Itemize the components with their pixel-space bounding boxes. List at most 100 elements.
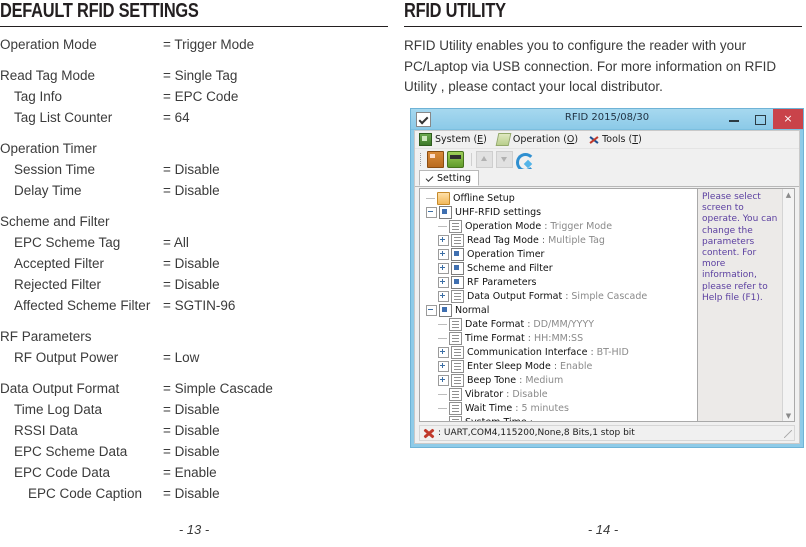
device-icon[interactable] <box>447 150 464 168</box>
setting-value: = SGTIN-96 <box>163 298 236 313</box>
menu-item-label: Tools (T) <box>602 134 642 145</box>
setting-label: EPC Code Data <box>14 465 111 480</box>
toolbar-grip[interactable] <box>420 152 423 166</box>
setting-value: = Enable <box>163 465 217 480</box>
setting-row: Operation Mode = Trigger Mode <box>0 37 388 58</box>
operation-icon <box>495 133 512 146</box>
scroll-up-icon[interactable]: ▲ <box>783 189 794 200</box>
tree-node[interactable]: Vibrator: Disable <box>420 387 697 401</box>
tree-node-separator: : <box>527 332 531 344</box>
window-title-bar[interactable]: RFID 2015/08/30 × <box>411 109 803 130</box>
setting-label: EPC Scheme Data <box>14 444 128 459</box>
setting-row: RSSI Data = Disable <box>0 423 388 444</box>
setting-label: Operation Mode <box>0 37 97 52</box>
setting-row: Session Time = Disable <box>0 162 388 183</box>
setting-label: Operation Timer <box>0 141 97 156</box>
expand-icon[interactable] <box>438 360 449 372</box>
setting-label: Read Tag Mode <box>0 68 96 83</box>
tab-strip: Setting <box>415 169 799 187</box>
tree-node-separator: : <box>541 234 546 246</box>
expand-icon[interactable] <box>438 346 449 358</box>
tree-node-separator: : <box>515 402 519 414</box>
tree-node[interactable]: Read Tag Mode: Multiple Tag <box>420 233 697 247</box>
close-button[interactable]: × <box>773 109 803 129</box>
setting-label: EPC Scheme Tag <box>14 235 121 250</box>
tree-line <box>438 225 447 227</box>
book-icon[interactable] <box>427 150 444 168</box>
tree-node[interactable]: Data Output Format: Simple Cascade <box>420 289 697 303</box>
setting-value: = Disable <box>163 162 220 177</box>
right-page-number: - 14 - <box>587 522 619 537</box>
help-scrollbar[interactable]: ▲ ▼ <box>782 189 794 421</box>
scroll-down-icon[interactable]: ▼ <box>783 410 794 421</box>
tree-node[interactable]: Enter Sleep Mode: Enable <box>420 359 697 373</box>
tree-node[interactable]: Time Format: HH:MM:SS <box>420 331 697 345</box>
expand-icon[interactable] <box>438 276 449 288</box>
upload-icon[interactable] <box>476 150 493 168</box>
tree-line <box>426 197 435 199</box>
tree-node-label: Normal <box>455 304 490 316</box>
tree-node-value: Multiple Tag <box>548 234 605 246</box>
setting-row: Scheme and Filter <box>0 214 388 235</box>
expand-icon[interactable] <box>438 234 449 246</box>
tab-setting[interactable]: Setting <box>419 170 480 186</box>
setting-label: Time Log Data <box>14 402 103 417</box>
tree-node-label: Read Tag Mode <box>467 234 539 246</box>
setting-value: = Disable <box>163 402 220 417</box>
setting-label: Tag Info <box>14 89 63 104</box>
tree-node[interactable]: Beep Tone: Medium <box>420 373 697 387</box>
tree-line <box>438 337 447 339</box>
setting-row: Delay Time = Disable <box>0 183 388 204</box>
tree-node[interactable]: Operation Mode: Trigger Mode <box>420 219 697 233</box>
tree-node-separator: : <box>527 318 531 330</box>
download-icon[interactable] <box>496 150 513 168</box>
tree-node-value: 5 minutes <box>521 402 569 414</box>
manual-page-spread: DEFAULT RFID SETTINGS Operation Mode = Tr… <box>0 0 806 547</box>
tree-node-separator: : <box>529 416 533 422</box>
setting-label: Accepted Filter <box>14 256 105 271</box>
tree-node[interactable]: RF Parameters <box>420 275 697 289</box>
right-page: RFID UTILITY RFID Utility enables you to… <box>404 0 806 547</box>
tree-node-label: Operation Mode <box>465 220 542 232</box>
collapse-icon[interactable] <box>426 304 437 316</box>
tree-node-separator: : <box>590 346 594 358</box>
tree-node-label: Scheme and Filter <box>467 262 553 274</box>
page-icon <box>449 317 462 331</box>
resize-grip[interactable] <box>784 430 792 438</box>
tree-node[interactable]: Offline Setup <box>420 191 697 205</box>
setting-row: EPC Code Caption = Disable <box>0 486 388 507</box>
setting-label: EPC Code Caption <box>28 486 143 501</box>
setting-row: EPC Code Data = Enable <box>0 465 388 486</box>
tree-node[interactable]: Wait Time:5 minutes <box>420 401 697 415</box>
menu-mnemonic: T <box>632 134 639 145</box>
blue-icon <box>439 303 452 317</box>
tree-node[interactable]: Date Format: DD/MM/YYYY <box>420 317 697 331</box>
setting-row: Time Log Data = Disable <box>0 402 388 423</box>
minimize-button[interactable] <box>721 109 747 129</box>
tree-node[interactable]: UHF-RFID settings <box>420 205 697 219</box>
setting-value: = Disable <box>163 256 220 271</box>
menu-item-tools[interactable]: Tools (T) <box>588 134 642 145</box>
setting-value: = Disable <box>163 444 220 459</box>
expand-icon[interactable] <box>438 290 449 302</box>
setting-value: = Disable <box>163 277 220 292</box>
tree-node[interactable]: Normal <box>420 303 697 317</box>
tree-node-value: Simple Cascade <box>571 290 648 302</box>
maximize-button[interactable] <box>747 109 773 129</box>
tree-node[interactable]: Operation Timer <box>420 247 697 261</box>
tree-node[interactable]: Scheme and Filter <box>420 261 697 275</box>
expand-icon[interactable] <box>438 248 449 260</box>
setting-value: = Simple Cascade <box>163 381 273 396</box>
tree-node[interactable]: System Time: <box>420 415 697 423</box>
tree-node-label: Beep Tone <box>467 374 517 386</box>
expand-icon[interactable] <box>438 262 449 274</box>
menu-item-system[interactable]: System (E) <box>419 133 487 146</box>
menu-item-operation[interactable]: Operation (O) <box>495 133 578 146</box>
expand-icon[interactable] <box>438 374 449 386</box>
tree-line <box>438 422 447 423</box>
settings-tree-pane[interactable]: Offline Setup UHF-RFID settings Operation … <box>419 188 698 422</box>
collapse-icon[interactable] <box>426 206 437 218</box>
tree-node[interactable]: Communication Interface: BT-HID <box>420 345 697 359</box>
refresh-icon[interactable] <box>516 152 535 172</box>
